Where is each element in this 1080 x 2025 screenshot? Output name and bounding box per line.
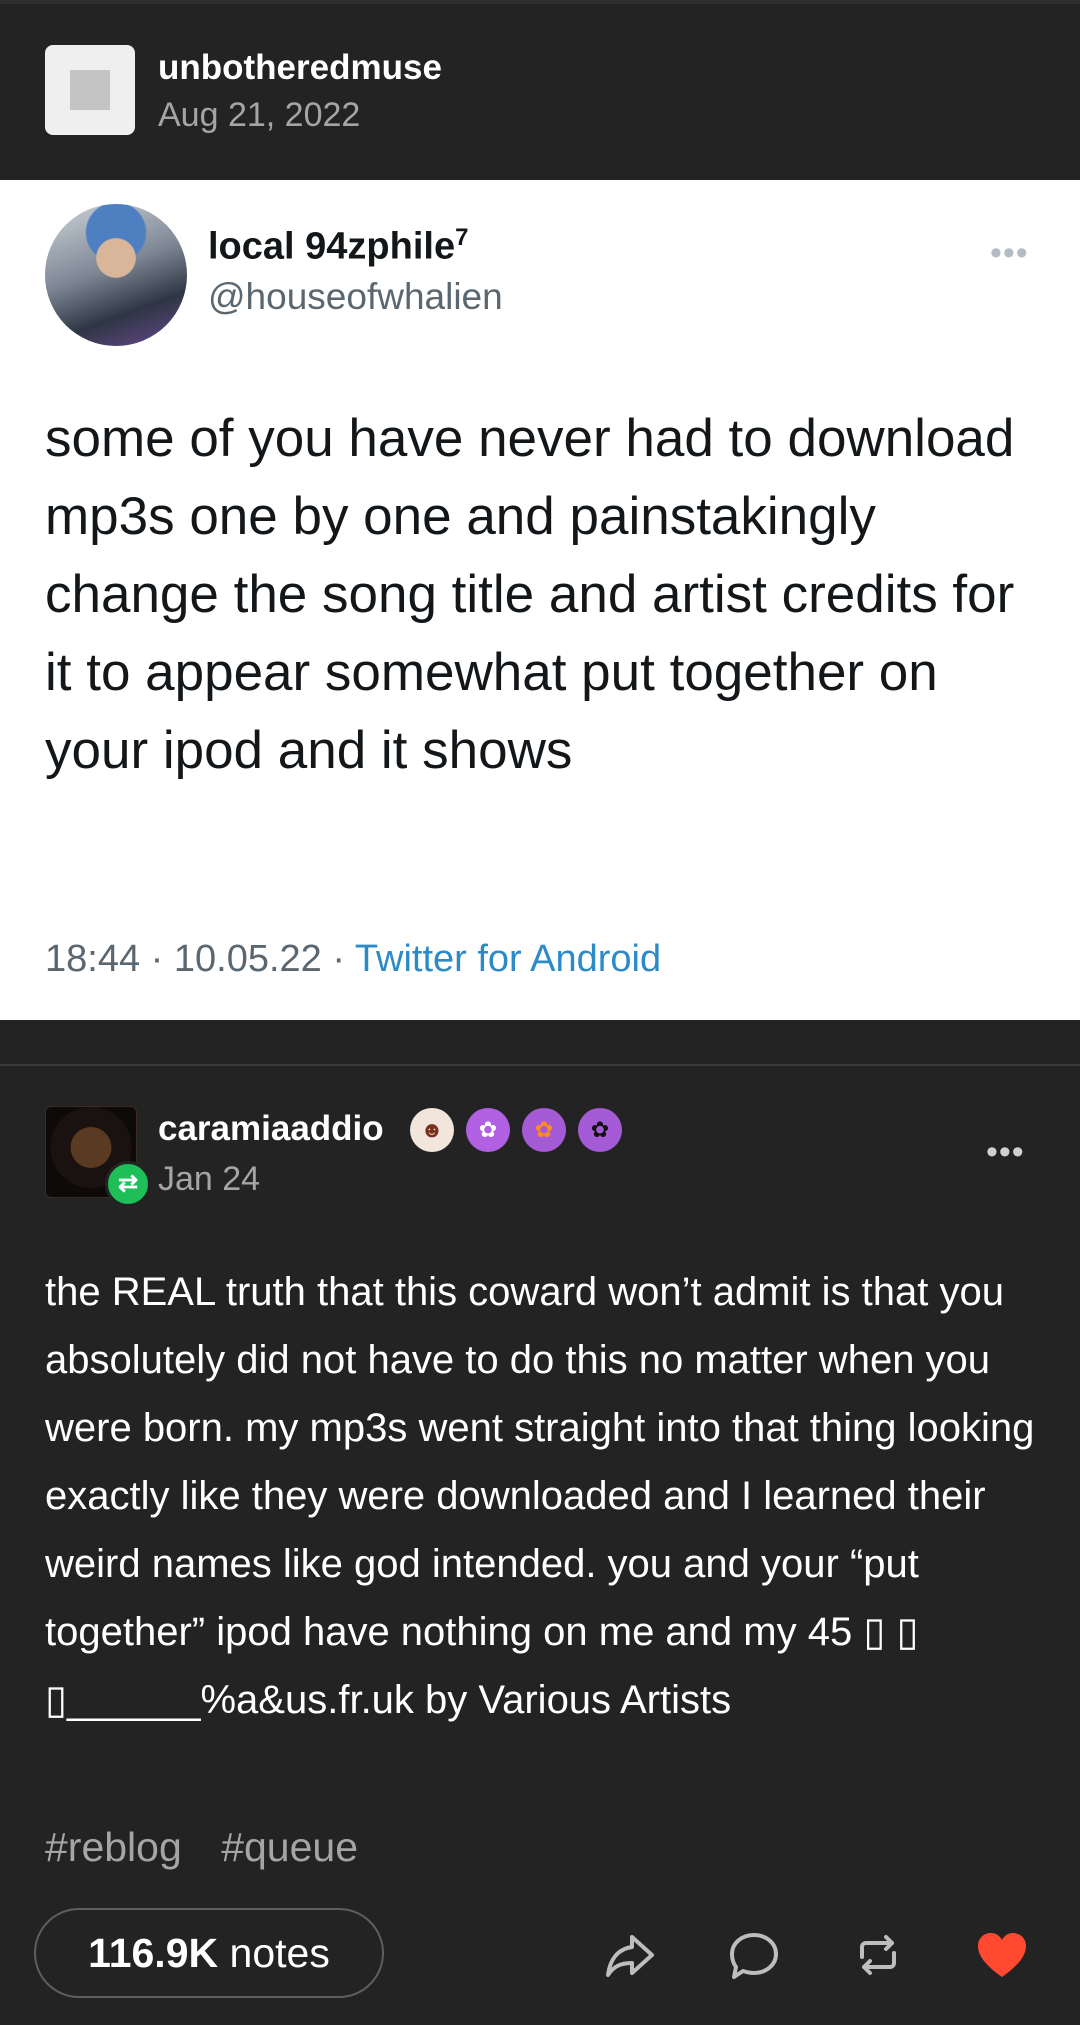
tweet-name-superscript: 7: [455, 224, 469, 251]
tweet-date: 10.05.22: [173, 938, 322, 980]
pink-paw-icon: ✿: [466, 1108, 510, 1152]
tweet-name-text: local 94zphile: [208, 225, 456, 268]
blog-avatar[interactable]: [45, 45, 135, 135]
tag-reblog[interactable]: #reblog: [45, 1824, 182, 1870]
blog-name[interactable]: unbotheredmuse: [158, 48, 442, 88]
tweet-handle: @houseofwhalien: [208, 276, 503, 317]
meta-separator: ·: [332, 938, 346, 980]
meta-separator: ·: [150, 938, 164, 980]
tweet-avatar: [45, 204, 187, 346]
share-icon[interactable]: [602, 1927, 658, 1983]
tweet-display-name: local 94zphile7: [208, 224, 468, 269]
tweet-text: some of you have never had to download m…: [45, 409, 1015, 780]
tweet-time: 18:44: [45, 938, 141, 980]
reblog-date: Jan 24: [158, 1160, 261, 1198]
tag-queue[interactable]: #queue: [221, 1824, 358, 1870]
like-icon[interactable]: [974, 1927, 1030, 1983]
post-header: unbotheredmuse Aug 21, 2022: [0, 4, 1080, 180]
post-date: Aug 21, 2022: [158, 96, 361, 134]
post-divider: [0, 1064, 1080, 1066]
notes-button[interactable]: 116.9K notes: [34, 1908, 384, 1998]
tweet-screenshot: local 94zphile7 @houseofwhalien ••• some…: [0, 180, 1080, 1020]
orange-paw-icon: ✿: [522, 1108, 566, 1152]
more-options-icon[interactable]: •••: [986, 1133, 1025, 1172]
notes-count: 116.9K: [88, 1930, 219, 1976]
reblog-text: the REAL truth that this coward won’t ad…: [45, 1270, 1035, 1722]
reblog-icon: ⇄: [105, 1161, 151, 1207]
black-paw-icon: ✿: [578, 1108, 622, 1152]
avatar-placeholder-icon: [70, 70, 110, 110]
tweet-meta: 18:44 · 10.05.22 · Twitter for Android: [45, 938, 661, 981]
tag-list: #reblog #queue: [45, 1824, 386, 1871]
notes-label: notes: [229, 1930, 330, 1976]
mustache-man-icon: ☻: [410, 1108, 454, 1152]
tweet-source: Twitter for Android: [354, 938, 662, 980]
ellipsis-icon: •••: [990, 234, 1029, 272]
reply-icon[interactable]: [726, 1927, 782, 1983]
reblogger-name[interactable]: caramiaaddio: [158, 1109, 384, 1149]
reblog-action-icon[interactable]: [850, 1927, 906, 1983]
